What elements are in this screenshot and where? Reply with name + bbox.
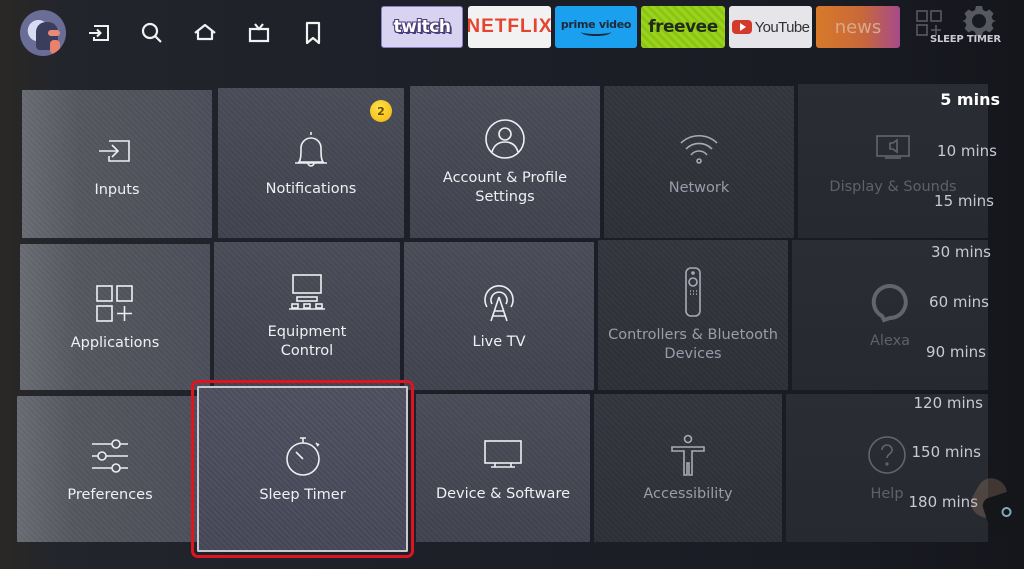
antenna-icon [477,281,521,325]
tile-label: Equipment Control [267,324,347,359]
apps-icon [93,282,137,326]
gear-icon[interactable] [962,4,996,38]
all-apps-icon[interactable] [915,9,943,37]
tile-label: Notifications [265,180,357,197]
settings-tile-sleep-timer[interactable]: Sleep Timer [191,380,414,558]
settings-tile-device-software[interactable]: Device & Software [416,394,590,542]
notification-badge: 2 [370,100,392,122]
app-netflix[interactable]: NETFLIX [468,6,551,48]
tile-label: Preferences [67,486,153,503]
settings-tile-help[interactable]: Help [786,394,988,542]
app-twitch[interactable]: twitch [381,6,463,48]
app-freevee[interactable]: freevee [641,6,725,48]
app-prime-video[interactable]: prime video [555,6,637,48]
top-navigation-bar: twitch NETFLIX prime video freevee YouTu… [0,0,1024,70]
settings-tile-applications[interactable]: Applications [20,244,210,390]
timer-option-5[interactable]: 5 mins [940,90,1000,109]
equipment-icon [285,271,329,315]
app-news[interactable]: news [816,6,900,48]
settings-tile-alexa[interactable]: Alexa [792,240,988,390]
tile-label: Live TV [472,333,526,350]
settings-tile-accessibility[interactable]: Accessibility [594,394,782,542]
remote-icon [671,266,715,318]
tile-label: Sleep Timer [259,486,346,503]
timer-option-120[interactable]: 120 mins [914,394,984,412]
live-tv-icon[interactable] [246,20,272,46]
timer-option-30[interactable]: 30 mins [931,243,991,261]
tv-icon [481,433,525,477]
tile-label: Device & Software [435,485,571,502]
settings-tile-network[interactable]: Network [604,86,794,238]
inputs-icon[interactable] [86,20,112,46]
tile-label: Controllers & Bluetooth Devices [608,327,778,362]
settings-tile-notifications[interactable]: 2 Notifications [218,88,404,238]
timer-option-15[interactable]: 15 mins [934,192,994,210]
timer-option-60[interactable]: 60 mins [929,293,989,311]
settings-tile-controllers-bluetooth[interactable]: Controllers & Bluetooth Devices [598,240,788,390]
bell-icon [289,128,333,172]
search-icon[interactable] [139,20,165,46]
bookmark-icon[interactable] [300,20,326,46]
alexa-icon [868,280,912,324]
accessibility-icon [666,433,710,477]
tile-label: Accessibility [643,485,733,502]
timer-option-180[interactable]: 180 mins [909,493,979,511]
wifi-icon [677,127,721,171]
timer-option-90[interactable]: 90 mins [926,343,986,361]
stopwatch-icon [281,434,325,478]
settings-caption: SLEEP TIMER [930,34,1001,45]
settings-tile-inputs[interactable]: Inputs [22,90,212,238]
tile-label: Network [668,179,730,196]
tile-label: Account & Profile Settings [442,170,568,205]
prime-smile-icon [581,28,611,36]
input-icon [95,129,139,173]
home-icon[interactable] [192,20,218,46]
settings-tile-live-tv[interactable]: Live TV [404,242,594,390]
settings-tile-equipment-control[interactable]: Equipment Control [214,242,400,390]
youtube-play-icon [731,20,752,34]
settings-tile-account-profile[interactable]: Account & Profile Settings [410,86,600,238]
timer-option-150[interactable]: 150 mins [912,443,982,461]
profile-avatar[interactable] [20,10,66,56]
fire-tv-settings-screen: twitch NETFLIX prime video freevee YouTu… [0,0,1024,569]
tile-label: Applications [70,334,160,351]
tile-label: Inputs [94,181,140,198]
tile-label: Help [870,485,904,502]
help-icon [865,433,909,477]
user-icon [483,117,527,161]
app-youtube[interactable]: YouTube [729,6,812,48]
settings-tile-preferences[interactable]: Preferences [17,396,203,542]
tile-label: Alexa [869,332,911,349]
sliders-icon [88,434,132,478]
timer-option-10[interactable]: 10 mins [937,142,997,160]
display-sound-icon [871,126,915,170]
